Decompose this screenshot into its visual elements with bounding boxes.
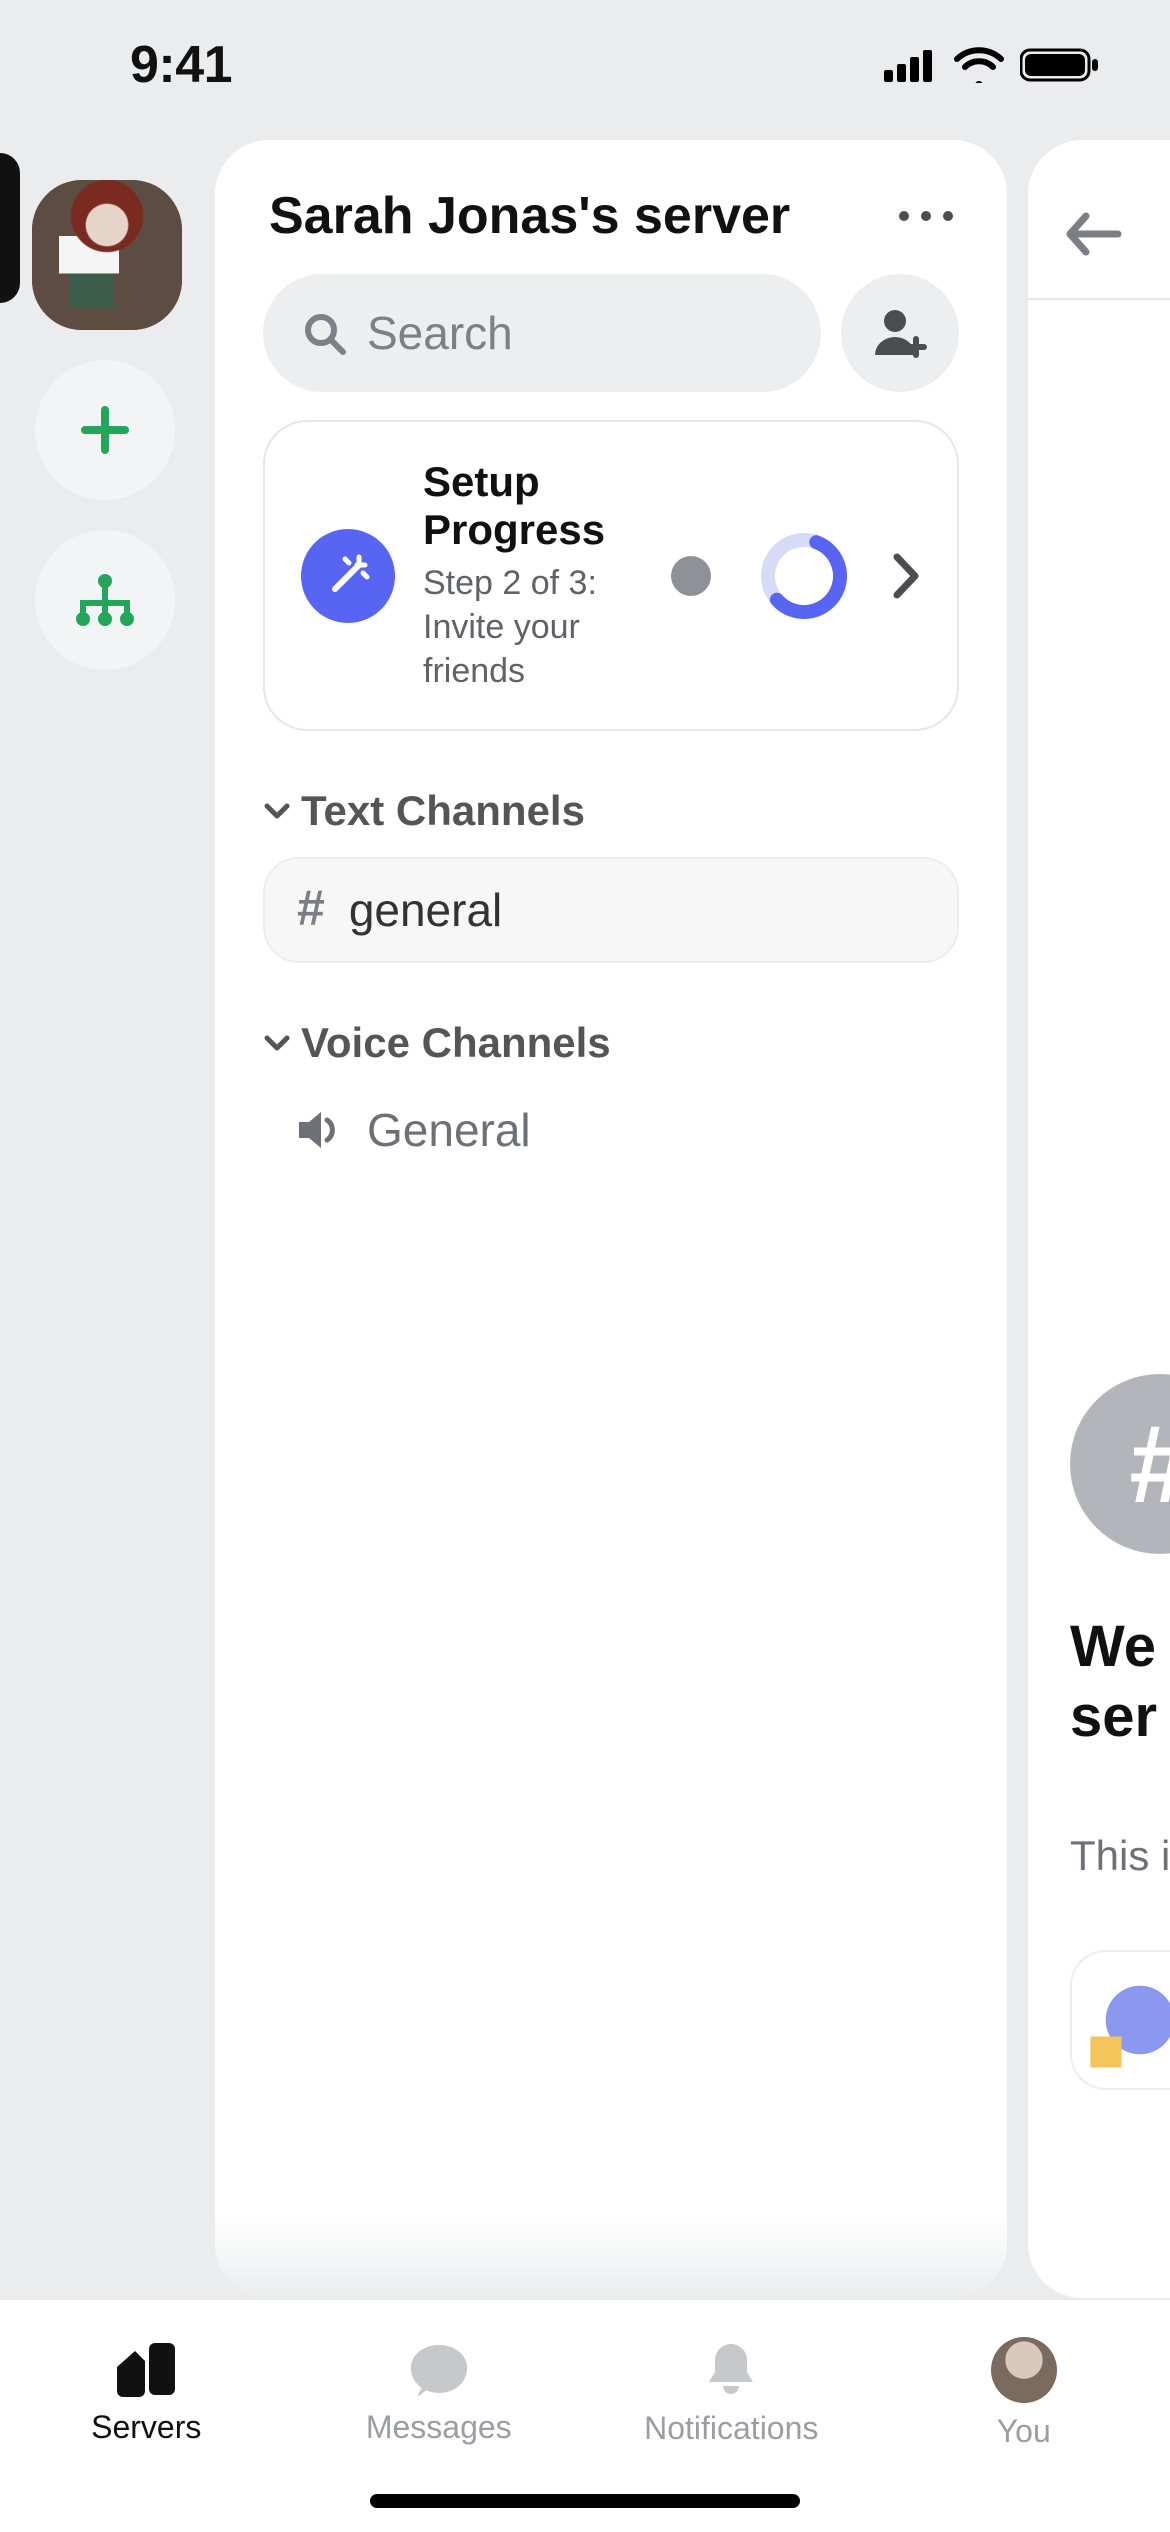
text-channels-header[interactable]: Text Channels	[263, 787, 959, 835]
tab-messages[interactable]: Messages	[293, 2300, 586, 2486]
channel-hash-badge: #	[1070, 1374, 1170, 1554]
voice-channels-section: Voice Channels General	[215, 1019, 1007, 1157]
server-header: Sarah Jonas's server	[215, 140, 1007, 274]
setup-progress-card[interactable]: Setup Progress Step 2 of 3: Invite your …	[263, 420, 959, 731]
plus-icon	[75, 400, 135, 460]
bell-icon	[703, 2340, 759, 2400]
server-title: Sarah Jonas's server	[269, 186, 790, 246]
wand-badge	[301, 529, 395, 623]
tab-you-label: You	[997, 2413, 1051, 2450]
tab-notifications-label: Notifications	[644, 2410, 818, 2447]
hub-icon	[73, 571, 137, 629]
chevron-down-icon	[263, 1029, 291, 1057]
text-channels-section: Text Channels # general	[215, 787, 1007, 963]
discover-button[interactable]	[35, 530, 175, 670]
server-rail	[0, 150, 210, 670]
speaker-icon	[295, 1108, 343, 1152]
voice-channel-name: General	[367, 1103, 531, 1157]
wand-icon	[323, 551, 373, 601]
voice-channels-header[interactable]: Voice Channels	[263, 1019, 959, 1067]
server-avatar[interactable]	[32, 180, 182, 330]
tab-notifications[interactable]: Notifications	[585, 2300, 878, 2486]
progress-ring	[757, 529, 851, 623]
voice-channel-general[interactable]: General	[263, 1077, 959, 1157]
text-channels-label: Text Channels	[301, 787, 585, 835]
cellular-icon	[884, 48, 938, 82]
welcome-subtitle: This i	[1070, 1832, 1170, 1880]
text-channel-name: general	[349, 883, 502, 937]
status-bar: 9:41	[0, 0, 1170, 130]
messages-icon	[407, 2341, 471, 2399]
status-time: 9:41	[130, 35, 232, 95]
text-channel-general[interactable]: # general	[263, 857, 959, 963]
you-avatar-icon	[991, 2337, 1057, 2403]
tab-messages-label: Messages	[366, 2409, 512, 2446]
channel-view[interactable]: # We ser This i	[1028, 140, 1170, 2298]
globe-icon	[1092, 1972, 1170, 2068]
chevron-right-icon	[891, 553, 921, 599]
back-arrow-icon[interactable]	[1064, 210, 1122, 258]
search-placeholder: Search	[367, 306, 513, 360]
invite-friends-card[interactable]	[1070, 1950, 1170, 2090]
welcome-title: We ser	[1070, 1612, 1170, 1751]
tab-servers-label: Servers	[91, 2409, 201, 2446]
channel-view-header	[1028, 170, 1170, 300]
add-server-button[interactable]	[35, 360, 175, 500]
invite-button[interactable]	[841, 274, 959, 392]
tab-servers[interactable]: Servers	[0, 2300, 293, 2486]
step-dot	[671, 556, 711, 596]
search-input[interactable]: Search	[263, 274, 821, 392]
tab-you[interactable]: You	[878, 2300, 1170, 2486]
search-icon	[301, 310, 347, 356]
setup-step: Step 2 of 3: Invite your friends	[423, 561, 641, 694]
wifi-icon	[954, 47, 1004, 83]
hash-icon: #	[297, 879, 325, 937]
home-indicator	[370, 2494, 800, 2508]
person-add-icon	[871, 307, 929, 359]
setup-text: Setup Progress Step 2 of 3: Invite your …	[423, 458, 641, 693]
dm-peek[interactable]	[0, 153, 20, 303]
chevron-down-icon	[263, 797, 291, 825]
setup-title: Setup Progress	[423, 458, 641, 555]
server-menu-button[interactable]	[899, 211, 953, 221]
voice-channels-label: Voice Channels	[301, 1019, 611, 1067]
status-right	[884, 47, 1100, 83]
servers-icon	[113, 2341, 179, 2399]
server-panel: Sarah Jonas's server Search	[215, 140, 1007, 2298]
battery-icon	[1020, 47, 1100, 83]
